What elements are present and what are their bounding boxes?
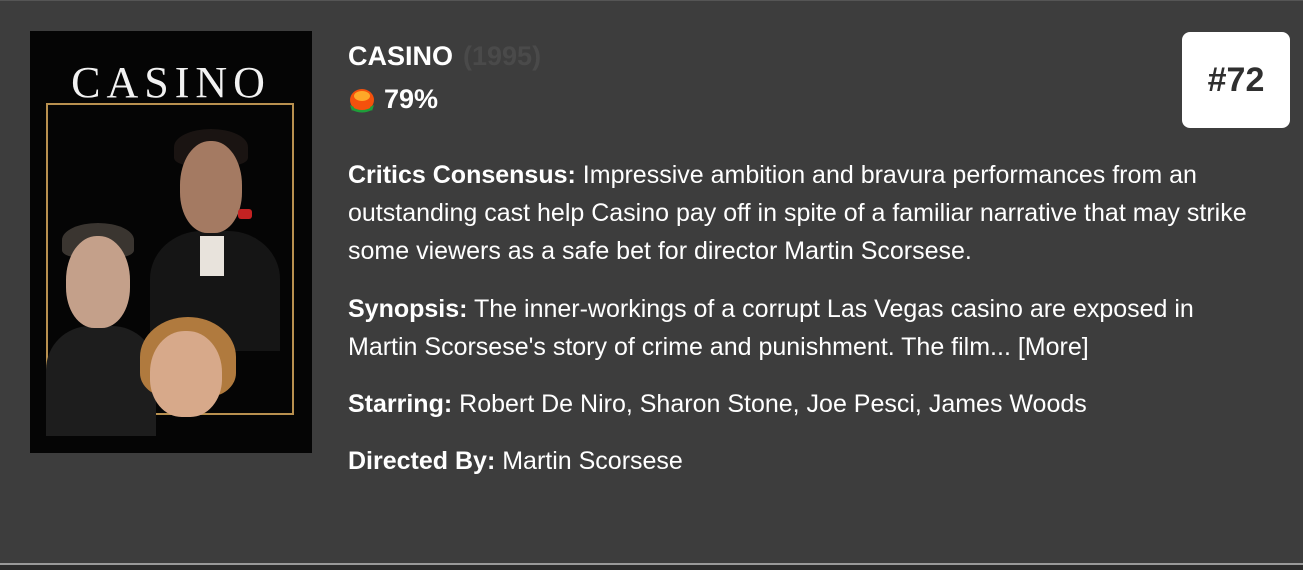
synopsis-more-link[interactable]: [More]	[1018, 333, 1089, 361]
movie-year: (1995)	[463, 41, 542, 71]
movie-title[interactable]: CASINO	[348, 41, 453, 71]
critics-consensus-label: Critics Consensus:	[348, 161, 576, 189]
movie-title-row: CASINO (1995)	[348, 41, 541, 75]
starring-label: Starring:	[348, 390, 453, 418]
poster-title: CASINO	[71, 58, 271, 107]
directed-by-label: Directed By:	[348, 447, 496, 475]
tomatometer-fresh-icon	[348, 85, 376, 113]
tomatometer-score: 79%	[348, 83, 438, 115]
movie-card: CASINO CASINO (1995) 79% #72 Critics Cons	[0, 0, 1303, 564]
poster-figure-face	[180, 141, 242, 233]
synopsis: Synopsis: The inner-workings of a corrup…	[348, 290, 1268, 366]
poster-figure-face	[66, 236, 130, 328]
score-value: 79%	[384, 83, 439, 114]
poster-figure-suit	[46, 326, 156, 436]
synopsis-label: Synopsis:	[348, 295, 468, 323]
directed-by: Directed By: Martin Scorsese	[348, 442, 1268, 480]
starring-text: Robert De Niro, Sharon Stone, Joe Pesci,…	[459, 390, 1087, 418]
poster-figure-face	[150, 331, 222, 417]
directed-by-text: Martin Scorsese	[502, 447, 683, 475]
starring: Starring: Robert De Niro, Sharon Stone, …	[348, 385, 1268, 423]
critics-consensus: Critics Consensus: Impressive ambition a…	[348, 156, 1268, 270]
poster-casino-chip	[238, 209, 252, 219]
card-divider	[0, 563, 1303, 570]
rank-badge: #72	[1182, 32, 1290, 128]
movie-poster[interactable]: CASINO	[30, 31, 312, 453]
poster-figure-shirt	[200, 236, 224, 276]
